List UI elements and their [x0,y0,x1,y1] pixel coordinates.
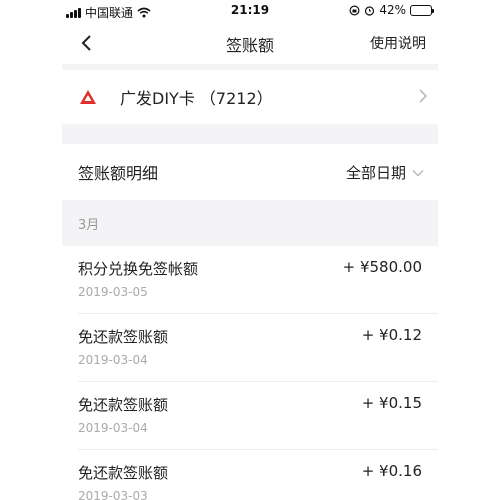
transaction-row[interactable]: 免还款签账额 2019-03-04 + ¥0.12 [62,314,438,382]
section-gap [62,124,438,144]
transaction-amount: + ¥580.00 [342,258,422,276]
month-header: 3月 [62,200,438,246]
transaction-amount: + ¥0.15 [361,394,422,412]
date-filter-label: 全部日期 [345,164,406,182]
app-screen: 中国联通 21:19 42% 签账额 使用说明 广发DIY卡 （7212） 签账… [62,0,438,500]
chevron-down-icon [412,169,424,177]
date-filter-dropdown[interactable]: 全部日期 [346,162,424,183]
chevron-right-icon [419,89,428,103]
status-bar: 中国联通 21:19 42% [62,0,438,22]
transaction-date: 2019-03-04 [78,421,148,435]
transaction-row[interactable]: 积分兑换免签帐额 2019-03-05 + ¥580.00 [62,246,438,314]
transaction-date: 2019-03-05 [78,285,148,299]
nav-bar: 签账额 使用说明 [62,22,438,64]
card-selector[interactable]: 广发DIY卡 （7212） [62,70,438,124]
help-link[interactable]: 使用说明 [370,33,426,53]
transaction-list: 积分兑换免签帐额 2019-03-05 + ¥580.00 免还款签账额 201… [62,246,438,500]
battery-icon [410,4,434,16]
alarm-icon [365,5,375,16]
card-name: 广发DIY卡 （7212） [120,89,273,108]
transaction-row[interactable]: 免还款签账额 2019-03-04 + ¥0.15 [62,382,438,450]
transaction-date: 2019-03-04 [78,353,148,367]
detail-header: 签账额明细 全部日期 [62,144,438,200]
transaction-date: 2019-03-03 [78,489,148,500]
battery-percent: 42% [379,3,406,17]
month-label: 3月 [78,217,100,233]
bank-logo-icon [78,87,98,107]
transaction-amount: + ¥0.16 [361,462,422,480]
rotation-lock-icon [349,4,360,16]
transaction-amount: + ¥0.12 [361,326,422,344]
status-right: 42% [349,3,434,17]
detail-title: 签账额明细 [78,164,159,183]
transaction-row[interactable]: 免还款签账额 2019-03-03 + ¥0.16 [62,450,438,500]
